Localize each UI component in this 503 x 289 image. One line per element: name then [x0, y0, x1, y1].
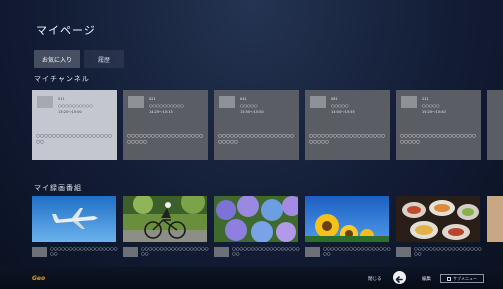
- program-title: ○○○○○○○○○○○○○○○○○○○○○: [36, 134, 113, 145]
- program-title: ○○○○○○○○○○○○○○○○○○○○○○○○: [127, 134, 204, 145]
- channel-card[interactable]: 041 ○○○○○ 15:50～15:50 ○○○○○○○○○○○○○○○○○○…: [214, 90, 299, 160]
- recording-title: ○○○○○○○○○○○○○○○○○○○○: [141, 247, 209, 257]
- channel-name: ○○○○○: [331, 103, 349, 108]
- channel-name: ○○○○○○○○○○: [58, 103, 93, 108]
- section-title-my-channels: マイチャンネル: [34, 75, 90, 83]
- channel-logo: [401, 96, 417, 108]
- channel-card[interactable]: 211 ○○○○○ 15:20～15:40 ○○○○○○○○○○○○○○○○○○…: [396, 90, 481, 160]
- recording-item[interactable]: ○○○○○○○○○○○○○○○○○○○○: [123, 196, 209, 262]
- food-thumbnail: [396, 196, 480, 242]
- recording-title: ○○○○○○○○○○○○○○○○○○○○: [232, 247, 300, 257]
- recording-item-partial[interactable]: [487, 196, 503, 262]
- tab-favorites[interactable]: お気に入り: [34, 50, 80, 68]
- recording-item[interactable]: ○○○○○○○○○○○○○○○○○○○○: [396, 196, 482, 262]
- hydrangea-thumbnail: [214, 196, 298, 242]
- channel-card[interactable]: 011 ○○○○○○○○○○ 13:20～15:00 ○○○○○○○○○○○○○…: [32, 90, 117, 160]
- channel-logo: [37, 96, 53, 108]
- channel-number: 041: [240, 97, 247, 101]
- channel-logo: [128, 96, 144, 108]
- channel-name: ○○○○○○○○○○: [149, 103, 184, 108]
- submenu-button[interactable]: サブメニュー: [440, 274, 484, 283]
- recording-title: ○○○○○○○○○○○○○○○○○○○○: [414, 247, 482, 257]
- channel-logo: [32, 247, 47, 257]
- channel-logo: [214, 247, 229, 257]
- channel-number: 081: [331, 97, 338, 101]
- channel-logo: [219, 96, 235, 108]
- channel-logo: [123, 247, 138, 257]
- back-arrow-icon[interactable]: [393, 271, 406, 284]
- channel-row: 011 ○○○○○○○○○○ 13:20～15:00 ○○○○○○○○○○○○○…: [32, 90, 503, 160]
- program-title: ○○○○○○○○○○○○○○○○○○○○○○○○: [309, 134, 386, 145]
- channel-number: 011: [58, 97, 65, 101]
- recording-item[interactable]: ○○○○○○○○○○○○○○○○○○○○: [305, 196, 391, 262]
- recording-row: ○○○○○○○○○○○○○○○○○○○○ ○○○○○○○○○○○○○○○○○○○…: [32, 196, 503, 262]
- channel-number: 211: [422, 97, 429, 101]
- cyclist-thumbnail: [123, 196, 207, 242]
- page-title: マイページ: [36, 24, 96, 37]
- recording-title: ○○○○○○○○○○○○○○○○○○○○: [50, 247, 118, 257]
- program-time: 15:50～15:50: [240, 110, 264, 114]
- edit-label: 編集: [422, 277, 431, 282]
- tv-screen: マイページ お気に入り 履歴 マイチャンネル 011 ○○○○○○○○○○ 13…: [0, 0, 503, 289]
- channel-number: 021: [149, 97, 156, 101]
- program-title: ○○○○○○○○○○○○○○○○○○○○○○○○: [218, 134, 295, 145]
- channel-logo: [305, 247, 320, 257]
- recording-item[interactable]: ○○○○○○○○○○○○○○○○○○○○: [32, 196, 118, 262]
- program-title: ○○○○○○○○○○○○○○○○○○○○○○○○: [400, 134, 477, 145]
- channel-card[interactable]: 021 ○○○○○○○○○○ 14:25～15:15 ○○○○○○○○○○○○○…: [123, 90, 208, 160]
- channel-card-partial[interactable]: [487, 90, 503, 160]
- channel-card[interactable]: 081 ○○○○○ 14:04～15:55 ○○○○○○○○○○○○○○○○○○…: [305, 90, 390, 160]
- back-label: 閉じる: [368, 277, 382, 282]
- program-time: 15:20～15:40: [422, 110, 446, 114]
- channel-logo: [310, 96, 326, 108]
- sunflower-thumbnail: [305, 196, 389, 242]
- recording-item[interactable]: ○○○○○○○○○○○○○○○○○○○○: [214, 196, 300, 262]
- bottom-bar: Geo 閉じる 編集 サブメニュー: [0, 267, 503, 289]
- section-title-my-recordings: マイ録画番組: [34, 184, 82, 192]
- program-time: 14:25～15:15: [149, 110, 173, 114]
- thumbnail-partial: [487, 196, 503, 242]
- tab-history[interactable]: 履歴: [84, 50, 124, 68]
- channel-name: ○○○○○: [240, 103, 258, 108]
- program-time: 13:20～15:00: [58, 110, 82, 114]
- brand-logo: Geo: [32, 275, 46, 282]
- menu-icon: [447, 276, 451, 281]
- channel-name: ○○○○○: [422, 103, 440, 108]
- channel-logo: [396, 247, 411, 257]
- program-time: 14:04～15:55: [331, 110, 355, 114]
- recording-title: ○○○○○○○○○○○○○○○○○○○○: [323, 247, 391, 257]
- tab-bar: お気に入り 履歴: [34, 50, 124, 68]
- airplane-thumbnail: [32, 196, 116, 242]
- submenu-label: サブメニュー: [453, 275, 477, 281]
